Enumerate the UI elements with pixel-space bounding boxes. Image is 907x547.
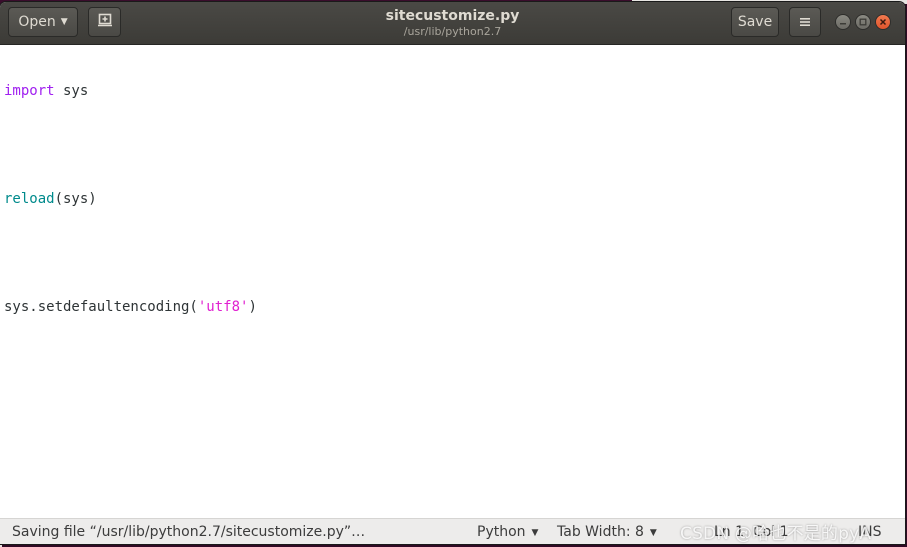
- language-label: Python: [477, 524, 526, 540]
- maximize-icon[interactable]: [855, 14, 871, 30]
- string-token: 'utf8': [197, 299, 249, 315]
- document-path: /usr/lib/python2.7: [403, 25, 502, 38]
- new-document-button[interactable]: [88, 7, 121, 37]
- status-message: Saving file “/usr/lib/python2.7/sitecust…: [12, 524, 366, 540]
- gedit-window: Open ▼ sitecustomize.py /usr/lib/python2…: [0, 2, 905, 544]
- chevron-down-icon: ▼: [531, 528, 539, 538]
- code-token: sys: [54, 83, 89, 99]
- code-token: (sys): [54, 191, 97, 207]
- text-editor[interactable]: import sys reload(sys) sys.setdefaultenc…: [0, 45, 905, 519]
- hamburger-menu-icon: [799, 13, 811, 32]
- language-selector[interactable]: Python ▼: [477, 524, 538, 540]
- code-content[interactable]: import sys reload(sys) sys.setdefaultenc…: [4, 46, 257, 352]
- code-token: sys.setdefaultencoding(: [4, 299, 198, 315]
- minimize-icon[interactable]: [835, 14, 851, 30]
- menu-button[interactable]: [789, 7, 821, 37]
- new-document-icon: [97, 12, 113, 32]
- chevron-down-icon: ▼: [649, 528, 657, 538]
- window-title: sitecustomize.py /usr/lib/python2.7: [300, 7, 605, 39]
- chevron-down-icon: ▼: [60, 17, 68, 27]
- document-title: sitecustomize.py: [385, 8, 520, 24]
- code-line: reload(sys): [4, 190, 257, 208]
- close-icon[interactable]: [875, 14, 891, 30]
- keyword-token: import: [4, 83, 55, 99]
- header-bar: Open ▼ sitecustomize.py /usr/lib/python2…: [0, 2, 905, 45]
- builtin-token: reload: [4, 191, 55, 207]
- open-button[interactable]: Open ▼: [8, 7, 78, 37]
- code-line: import sys: [4, 82, 257, 100]
- tab-width-label: Tab Width: 8: [557, 524, 644, 540]
- code-line: sys.setdefaultencoding('utf8'): [4, 298, 257, 316]
- save-button[interactable]: Save: [731, 7, 779, 37]
- watermark: CSDN @哈也不是的pyA: [680, 524, 872, 544]
- code-token: ): [248, 299, 257, 315]
- window-controls: [835, 14, 891, 30]
- tab-width-selector[interactable]: Tab Width: 8 ▼: [557, 524, 657, 540]
- open-button-label: Open: [18, 14, 56, 30]
